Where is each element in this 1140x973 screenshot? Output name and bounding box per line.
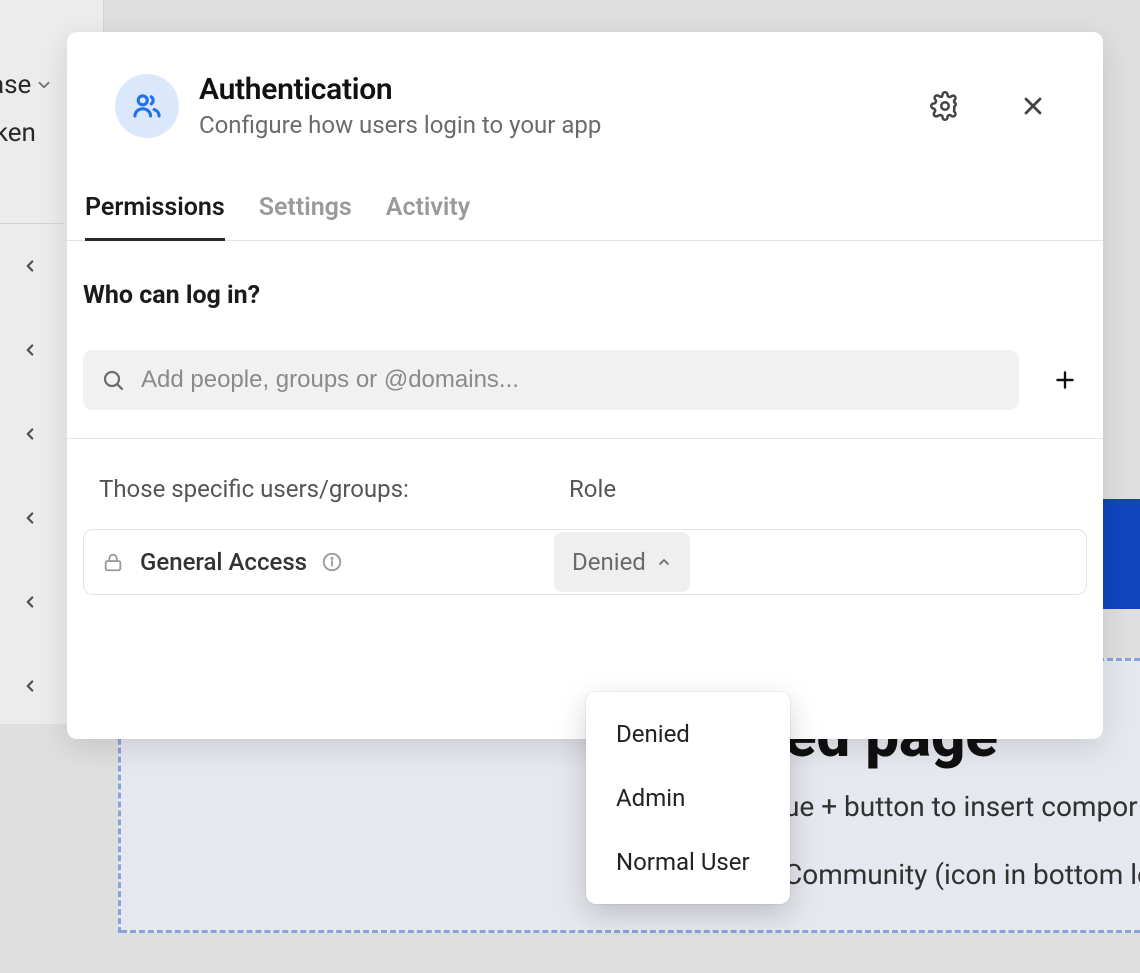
lock-icon-wrapper (102, 551, 124, 573)
role-option-admin[interactable]: Admin (586, 766, 790, 830)
role-value: Denied (572, 548, 646, 576)
authentication-modal: Authentication Configure how users login… (67, 32, 1103, 739)
role-dropdown-menu: Denied Admin Normal User (586, 692, 790, 904)
plus-icon (1052, 367, 1078, 393)
tab-label: Activity (386, 193, 470, 222)
tab-permissions[interactable]: Permissions (85, 193, 225, 240)
tab-activity[interactable]: Activity (386, 193, 470, 240)
search-input[interactable] (141, 366, 1001, 394)
modal-subtitle: Configure how users login to your app (199, 111, 903, 139)
tab-label: Permissions (85, 193, 225, 222)
info-icon (321, 551, 343, 573)
role-option-label: Admin (616, 784, 685, 812)
modal-body: Who can log in? Those specific users/gro… (67, 241, 1103, 595)
role-option-label: Denied (616, 720, 690, 748)
role-option-denied[interactable]: Denied (586, 702, 790, 766)
section-title: Who can log in? (83, 281, 1087, 310)
gear-icon (930, 91, 960, 121)
lock-icon (102, 551, 124, 573)
chevron-up-icon (656, 554, 672, 570)
close-button[interactable] (1011, 84, 1055, 128)
tab-settings[interactable]: Settings (259, 193, 352, 240)
search-row (83, 350, 1087, 410)
column-users-label: Those specific users/groups: (99, 475, 569, 503)
search-box[interactable] (83, 350, 1019, 410)
close-icon (1019, 92, 1047, 120)
info-icon-wrapper[interactable] (321, 551, 343, 573)
column-role-label: Role (569, 475, 1071, 503)
role-option-label: Normal User (616, 848, 750, 876)
modal-icon-avatar (115, 74, 179, 138)
modal-title-block: Authentication Configure how users login… (199, 72, 903, 139)
modal-title: Authentication (199, 72, 903, 107)
access-row-label: General Access (140, 548, 307, 576)
people-icon (130, 89, 164, 123)
tab-label: Settings (259, 193, 352, 222)
role-dropdown-trigger[interactable]: Denied (554, 532, 690, 592)
tab-bar: Permissions Settings Activity (67, 163, 1103, 241)
access-row-general: General Access Denied (83, 529, 1087, 595)
divider (67, 438, 1103, 439)
columns-header: Those specific users/groups: Role (83, 475, 1087, 529)
role-cell: Denied (554, 530, 690, 594)
settings-button[interactable] (923, 84, 967, 128)
modal-header: Authentication Configure how users login… (67, 32, 1103, 163)
role-option-normal-user[interactable]: Normal User (586, 830, 790, 894)
search-icon (101, 368, 125, 392)
add-button[interactable] (1043, 358, 1087, 402)
